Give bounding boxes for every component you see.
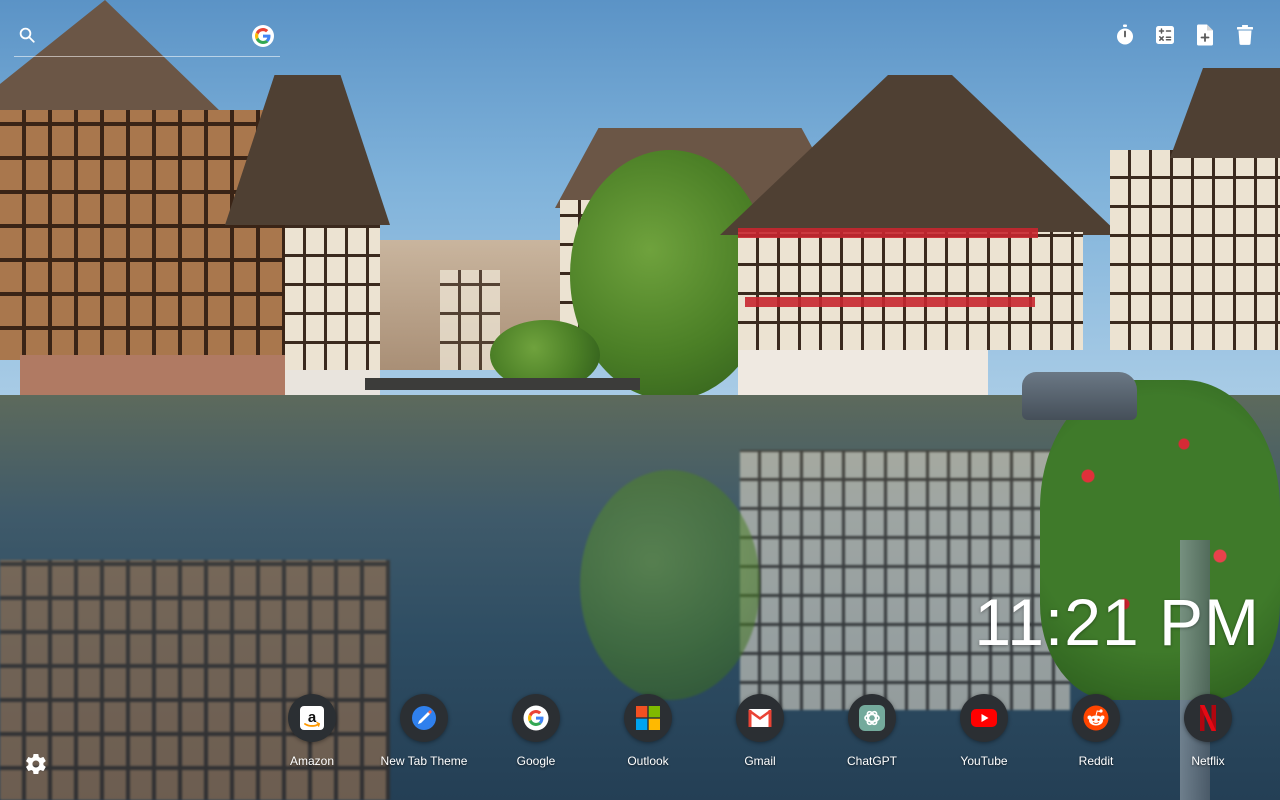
shortcut-label: Gmail (744, 754, 776, 768)
search-icon[interactable] (18, 26, 36, 44)
chatgpt-icon (848, 694, 896, 742)
wallpaper-flower-boxes (738, 228, 1038, 238)
calculator-icon[interactable] (1154, 24, 1176, 46)
netflix-icon (1184, 694, 1232, 742)
shortcut-google[interactable]: Google (480, 694, 592, 774)
shortcut-label: New Tab Theme (380, 754, 468, 768)
search-engine-google-icon[interactable] (252, 25, 274, 47)
youtube-icon (960, 694, 1008, 742)
outlook-icon (624, 694, 672, 742)
wallpaper-house-left-2 (285, 225, 380, 370)
gmail-icon (736, 694, 784, 742)
trash-icon[interactable] (1234, 24, 1256, 46)
shortcut-amazon[interactable]: a Amazon (256, 694, 368, 774)
wallpaper-reflection-right (740, 450, 1070, 710)
search-bar (14, 20, 280, 57)
wallpaper-image (0, 0, 1280, 800)
shortcut-label: Outlook (627, 754, 669, 768)
shortcut-chatgpt[interactable]: ChatGPT (816, 694, 928, 774)
stopwatch-icon[interactable] (1114, 24, 1136, 46)
wallpaper-house-right (738, 232, 1083, 350)
shortcut-reddit[interactable]: Reddit (1040, 694, 1152, 774)
wallpaper-house-far-right (1110, 150, 1280, 350)
note-add-icon[interactable] (1194, 24, 1216, 46)
shortcut-label: Netflix (1191, 754, 1225, 768)
shortcut-gmail[interactable]: Gmail (704, 694, 816, 774)
shortcut-label: YouTube (960, 754, 1008, 768)
shortcut-outlook[interactable]: Outlook (592, 694, 704, 774)
shortcut-netflix[interactable]: Netflix (1152, 694, 1264, 774)
wallpaper-bridge (365, 378, 640, 390)
toolbar (1114, 24, 1256, 46)
reddit-icon (1072, 694, 1120, 742)
shortcut-youtube[interactable]: YouTube (928, 694, 1040, 774)
wallpaper-reflection-tree (580, 470, 760, 700)
shortcut-label: Amazon (289, 754, 335, 768)
svg-text:a: a (308, 709, 317, 726)
shortcut-label: ChatGPT (846, 754, 897, 768)
clock-time: 11:21 PM (974, 585, 1260, 659)
shortcut-label: Google (516, 754, 556, 768)
new-tab-theme-icon (400, 694, 448, 742)
shortcut-new-tab-theme[interactable]: New Tab Theme (368, 694, 480, 774)
amazon-icon: a (288, 694, 336, 742)
search-input[interactable] (48, 24, 242, 50)
wallpaper-car (1022, 372, 1137, 420)
shortcut-dock: a Amazon New Tab Theme Google Outlook Gm… (256, 694, 1264, 774)
shortcut-label: Reddit (1078, 754, 1114, 768)
gear-icon[interactable] (24, 752, 48, 776)
wallpaper-flower-boxes-2 (745, 297, 1035, 307)
google-icon (512, 694, 560, 742)
